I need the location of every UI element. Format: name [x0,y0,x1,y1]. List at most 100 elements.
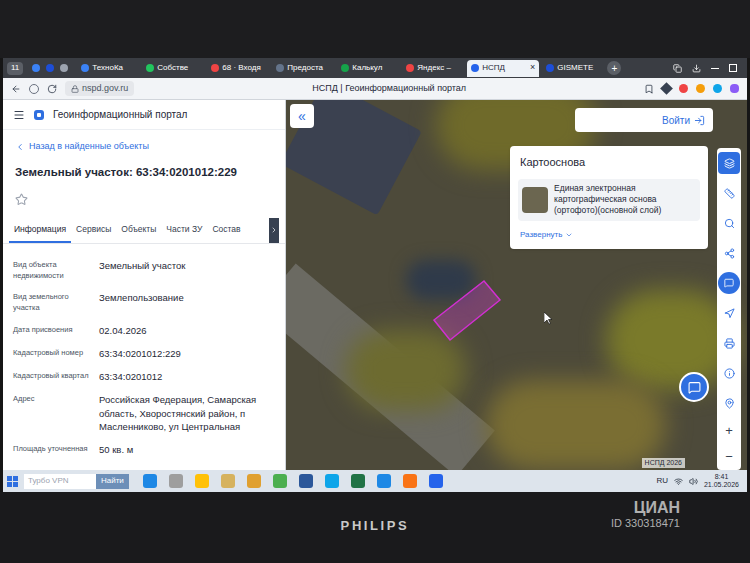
basemap-panel: КартоосноваЕдиная электронная картографи… [510,146,708,249]
browser-tab[interactable]: GISMETE [542,60,604,77]
network-icon[interactable] [674,477,683,486]
panel-tab[interactable]: Части ЗУ [161,218,207,243]
browser-tab[interactable]: ТехноКа [77,60,139,77]
taskbar-app-icon[interactable] [169,474,183,488]
taskbar-app-icon[interactable] [143,474,157,488]
map[interactable]: « Войти КартоосноваЕдиная электронная карт… [286,100,747,470]
clock[interactable]: 8:4121.05.2026 [704,473,739,488]
monitor-brand: PHILIPS [341,516,410,536]
info-button[interactable] [718,362,740,384]
browser-tab[interactable]: Собстве [142,60,204,77]
browser-tab[interactable]: НСПД × [467,60,539,77]
minimize-icon[interactable] [711,68,719,69]
panel-tab[interactable]: Информация [9,218,71,243]
chevron-left-icon [15,142,25,152]
expand-link[interactable]: Развернуть [510,229,708,241]
extension-icon[interactable] [660,82,673,95]
taskbar-apps [135,474,443,488]
pinned-tab-icon[interactable] [46,64,54,72]
taskbar-app-icon[interactable] [221,474,235,488]
taskbar-app-icon[interactable] [247,474,261,488]
system-tray: RU 8:4121.05.2026 [656,473,743,488]
panel-tab[interactable]: Сервисы [71,218,116,243]
portal-header: Геоинформационный портал [3,100,285,130]
maximize-icon[interactable] [729,64,737,72]
zoom-out-button[interactable]: − [718,448,740,466]
protect-icon[interactable] [29,84,39,94]
basemap-layer[interactable]: Единая электронная картографическая осно… [518,179,700,221]
zoom-in-button[interactable]: + [718,422,740,440]
back-link[interactable]: Назад в найденные объекты [3,140,285,154]
search-field[interactable]: Турбо VPN [24,474,96,489]
pinned-tab-icon[interactable] [32,64,40,72]
extension-icon[interactable] [730,84,739,93]
taskbar-app-icon[interactable] [195,474,209,488]
mouse-cursor-icon [544,312,553,325]
taskbar-app-icon[interactable] [403,474,417,488]
url-field[interactable]: nspd.gov.ru [65,81,134,96]
browser-tab[interactable]: 68 · Входя [207,60,269,77]
tabs-icon[interactable] [673,64,682,73]
field-value: 63:34:0201012:229 [99,347,275,360]
screen: 11 ТехноКа Собстве 68 · ВходяПредостаКальку… [3,58,747,492]
pin-button[interactable] [718,392,740,414]
pinned-tab-icon[interactable] [60,64,68,72]
reload-icon[interactable] [47,84,57,94]
field-value: 02.04.2026 [99,324,275,337]
portal-title: Геоинформационный портал [53,107,187,122]
page-content: Геоинформационный портал Назад в найденны… [3,100,747,470]
taskbar-app-icon[interactable] [299,474,313,488]
taskbar-app-icon[interactable] [273,474,287,488]
search-area-button[interactable] [718,212,740,234]
tab-favicon-icon [81,64,89,72]
print-button[interactable] [718,332,740,354]
login-button[interactable]: Войти [575,108,713,132]
ruler-button[interactable] [718,182,740,204]
tab-bar: 11 ТехноКа Собстве 68 · ВходяПредостаКальку… [3,58,747,78]
parcel-outline[interactable] [432,278,504,346]
watermark-id: ID 330318471 [611,517,680,529]
locate-button[interactable] [718,302,740,324]
menu-icon[interactable] [13,109,25,121]
extension-icon[interactable] [713,84,722,93]
back-icon[interactable] [11,84,21,94]
layers-icon [724,158,735,169]
share-button[interactable] [718,242,740,264]
assistant-button[interactable] [718,272,740,294]
start-icon[interactable] [7,476,18,487]
chat-button[interactable] [679,372,709,402]
tabs-scroll-button[interactable] [269,218,279,243]
collapse-panel-button[interactable]: « [290,104,314,128]
panel-tab[interactable]: Состав [207,218,245,243]
language-indicator[interactable]: RU [656,475,668,487]
bookmark-icon[interactable] [644,84,654,94]
browser-tab[interactable]: Яндекс – [402,60,464,77]
monitor-top-bezel [0,0,750,58]
taskbar-app-icon[interactable] [325,474,339,488]
browser-tab[interactable]: Предоста [272,60,334,77]
taskbar-app-icon[interactable] [377,474,391,488]
download-icon[interactable] [692,64,701,73]
field-row: Кадастровый квартал63:34:0201012 [13,365,275,388]
panel-tab[interactable]: Объекты [116,218,161,243]
taskbar-app-icon[interactable] [429,474,443,488]
search-button[interactable]: Найти [96,474,129,489]
extension-icon[interactable] [679,84,688,93]
tab-close[interactable]: × [530,61,535,75]
field-label: Адрес [13,393,91,433]
field-row: Площадь уточненная50 кв. м [13,438,275,461]
taskbar-search[interactable]: Турбо VPNНайти [24,474,129,489]
extension-icon[interactable] [696,84,705,93]
star-icon [15,193,28,206]
taskbar-app-icon[interactable] [351,474,365,488]
login-icon [694,115,705,126]
tab-count[interactable]: 11 [7,62,23,75]
tab-label: НСПД [482,62,505,74]
browser-tab[interactable]: Калькул [337,60,399,77]
layers-button[interactable] [718,152,740,174]
favorite-button[interactable] [3,193,285,206]
volume-icon[interactable] [689,477,698,486]
new-tab-button[interactable]: + [607,61,621,75]
field-value: Землепользование [99,291,275,314]
tab-label: Собстве [157,62,188,74]
